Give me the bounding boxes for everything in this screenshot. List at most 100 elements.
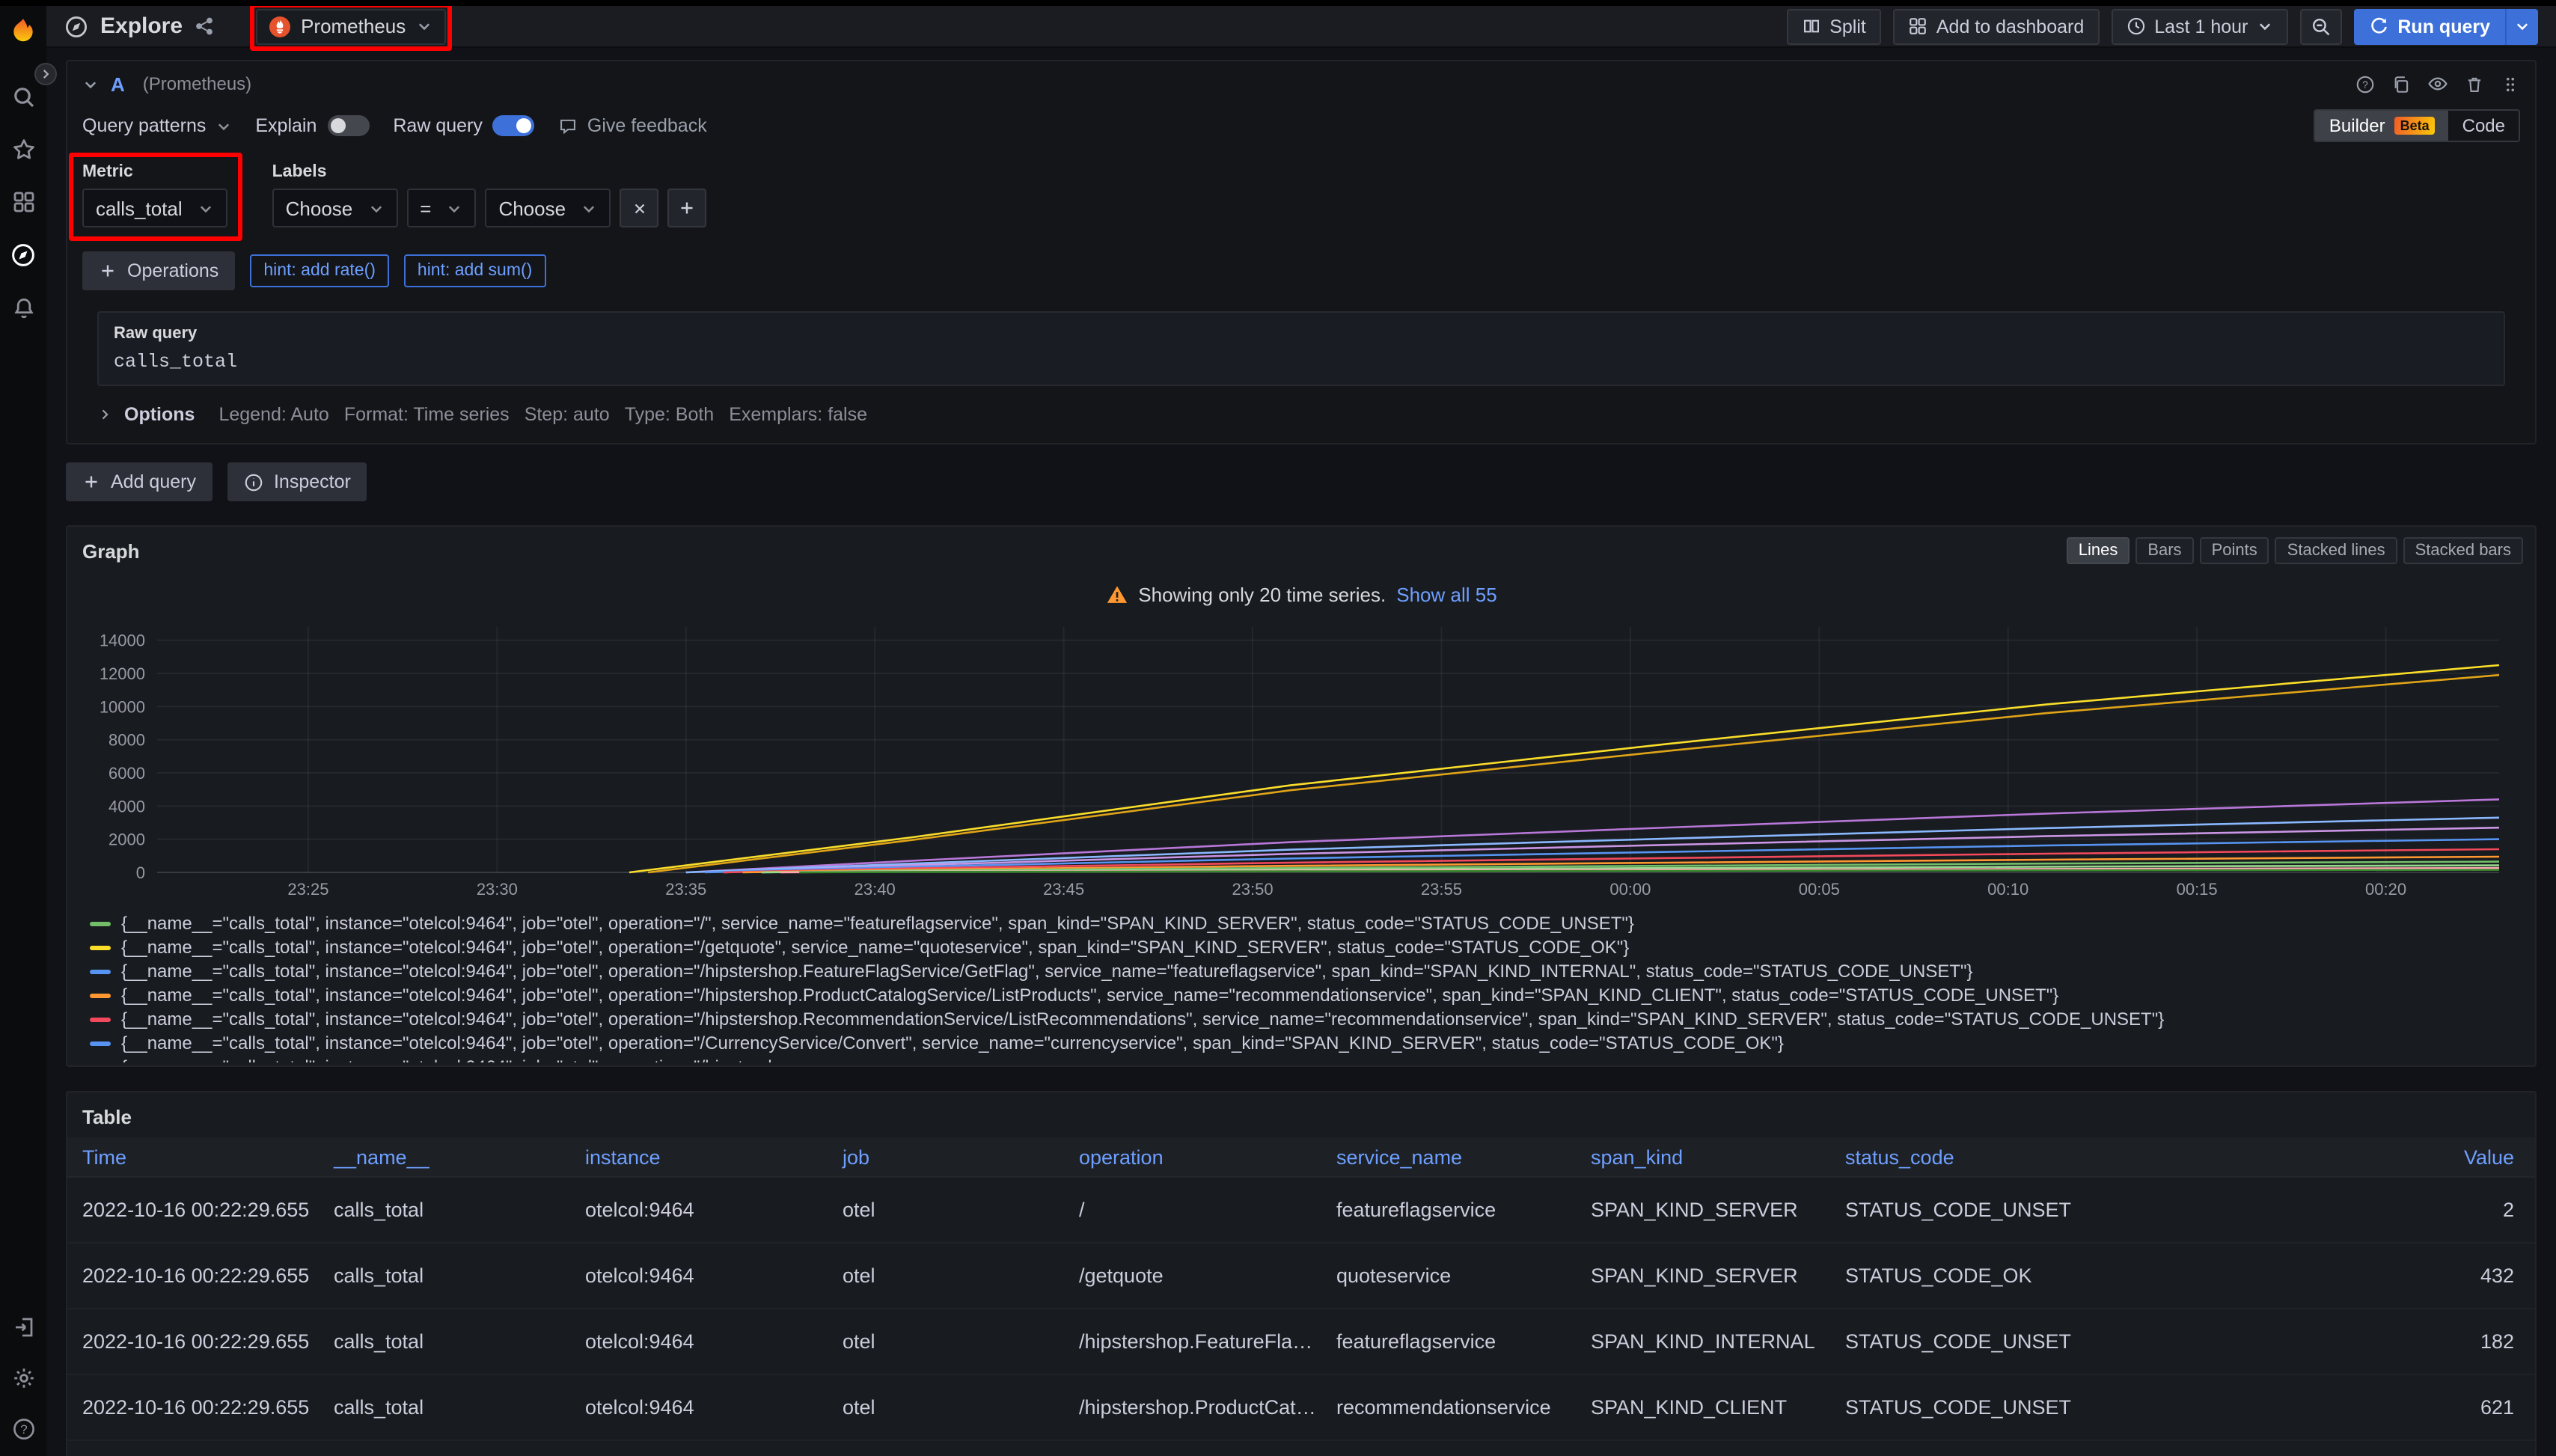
graph-mode-lines[interactable]: Lines	[2067, 537, 2130, 564]
legend-item[interactable]: {__name__="calls_total", instance="otelc…	[90, 1007, 2535, 1031]
share-icon[interactable]	[195, 16, 214, 36]
legend-label: {__name__="calls_total", instance="otelc…	[121, 937, 1629, 958]
explore-compass-icon[interactable]	[10, 242, 36, 268]
chevron-down-icon	[416, 18, 432, 34]
chevron-down-icon	[581, 200, 597, 216]
grafana-logo[interactable]	[9, 16, 37, 45]
remove-label-filter-button[interactable]	[620, 189, 658, 227]
explain-toggle[interactable]	[327, 115, 369, 136]
chevron-right-icon	[97, 407, 112, 422]
help-icon[interactable]: ?	[11, 1417, 35, 1441]
raw-query-toggle[interactable]	[493, 115, 535, 136]
svg-text:23:30: 23:30	[477, 880, 518, 899]
legend-item[interactable]: {__name__="calls_total", instance="otelc…	[90, 959, 2535, 983]
series-limit-warning: Showing only 20 time series. Show all 55	[67, 584, 2535, 606]
query-options-row: Options Legend: AutoFormat: Time seriesS…	[97, 404, 2505, 425]
table-panel: Table Time__name__instancejoboperationse…	[66, 1091, 2537, 1456]
column-header-span_kind[interactable]: span_kind	[1576, 1145, 1830, 1168]
add-label-filter-button[interactable]	[667, 189, 706, 227]
sidebar-expand-button[interactable]	[34, 63, 57, 85]
graph-mode-points[interactable]: Points	[2200, 537, 2269, 564]
labels-label: Labels	[272, 163, 706, 181]
legend-color-mark	[90, 969, 111, 973]
legend-item[interactable]: {__name__="calls_total", instance="otelc…	[90, 935, 2535, 959]
explore-actions-row: Add query Inspector	[66, 462, 2537, 501]
collapse-chevron-icon[interactable]	[82, 76, 99, 92]
inspector-button[interactable]: Inspector	[227, 462, 367, 501]
query-hint-1[interactable]: hint: add sum()	[404, 254, 545, 287]
column-header-status_code[interactable]: status_code	[1830, 1145, 2109, 1168]
time-series-chart[interactable]: 0200040006000800010000120001400023:2523:…	[79, 621, 2517, 905]
options-label[interactable]: Options	[124, 404, 195, 425]
drag-handle-icon[interactable]	[2501, 74, 2520, 94]
run-query-button[interactable]: Run query	[2354, 8, 2505, 44]
column-header-instance[interactable]: instance	[570, 1145, 828, 1168]
duplicate-query-icon[interactable]	[2391, 74, 2411, 94]
table-cell: calls_total	[319, 1396, 570, 1419]
metric-select[interactable]: calls_total	[82, 189, 227, 227]
split-button[interactable]: Split	[1786, 8, 1881, 44]
time-range-picker[interactable]: Last 1 hour	[2111, 8, 2288, 44]
graph-mode-bars[interactable]: Bars	[2135, 537, 2193, 564]
graph-mode-stacked-lines[interactable]: Stacked lines	[2275, 537, 2397, 564]
zoom-out-button[interactable]	[2300, 8, 2342, 44]
star-icon[interactable]	[11, 138, 35, 162]
legend-item[interactable]: {__name__="calls_total", instance="otelc…	[90, 1031, 2535, 1055]
chevron-down-icon	[198, 200, 214, 216]
help-circle-icon[interactable]: ?	[2355, 74, 2375, 94]
table-cell: /getquote	[1064, 1264, 1321, 1287]
table-cell: otelcol:9464	[570, 1396, 828, 1419]
code-mode-button[interactable]: Code	[2449, 111, 2519, 141]
add-to-dashboard-button[interactable]: Add to dashboard	[1893, 8, 2099, 44]
legend-color-mark	[90, 1041, 111, 1045]
label-value-select[interactable]: Choose	[485, 189, 611, 227]
grafana-explore-app: ? Explore Prometheus	[0, 0, 2556, 1456]
table-cell: featureflagservice	[1321, 1199, 1576, 1221]
give-feedback-link[interactable]: Give feedback	[559, 115, 707, 136]
graph-legend: {__name__="calls_total", instance="otelc…	[90, 911, 2535, 1062]
column-header-value[interactable]: Value	[2109, 1145, 2535, 1168]
bell-icon[interactable]	[11, 296, 35, 320]
column-header-time[interactable]: Time	[67, 1145, 319, 1168]
legend-item[interactable]: {__name__="calls_total", instance="otelc…	[90, 983, 2535, 1007]
legend-color-mark	[90, 993, 111, 997]
gear-icon[interactable]	[11, 1366, 35, 1390]
legend-item[interactable]: {__name__="calls_total", instance="otelc…	[90, 1055, 2535, 1062]
graph-mode-stacked-bars[interactable]: Stacked bars	[2403, 537, 2523, 564]
toolbar-left: Explore Prometheus	[64, 2, 452, 50]
remove-query-trash-icon[interactable]	[2465, 74, 2484, 94]
search-icon[interactable]	[11, 85, 35, 109]
add-query-button[interactable]: Add query	[66, 462, 213, 501]
legend-label: {__name__="calls_total", instance="otelc…	[121, 985, 2058, 1006]
query-patterns-dropdown[interactable]: Query patterns	[82, 115, 231, 136]
legend-label: {__name__="calls_total", instance="otelc…	[121, 1033, 1784, 1053]
legend-item[interactable]: {__name__="calls_total", instance="otelc…	[90, 911, 2535, 935]
apps-icon[interactable]	[11, 190, 35, 214]
sign-in-icon[interactable]	[11, 1315, 35, 1339]
table-cell: featureflagservice	[1321, 1330, 1576, 1353]
query-row-header[interactable]: A (Prometheus) ?	[67, 61, 2535, 106]
sidebar: ?	[0, 6, 46, 1456]
column-header-__name__[interactable]: __name__	[319, 1145, 570, 1168]
run-query-split-button: Run query	[2354, 8, 2538, 44]
label-key-select[interactable]: Choose	[272, 189, 398, 227]
time-series-plot[interactable]: 0200040006000800010000120001400023:2523:…	[79, 621, 2517, 905]
table-cell: 2022-10-16 00:22:29.655	[67, 1330, 319, 1353]
column-header-job[interactable]: job	[828, 1145, 1064, 1168]
explain-toggle-group: Explain	[255, 115, 369, 136]
svg-text:4000: 4000	[108, 797, 145, 816]
column-header-service_name[interactable]: service_name	[1321, 1145, 1576, 1168]
table-cell: 2022-10-16 00:22:29.655	[67, 1199, 319, 1221]
builder-mode-button[interactable]: Builder Beta	[2316, 111, 2449, 141]
query-hint-0[interactable]: hint: add rate()	[250, 254, 389, 287]
run-query-dropdown[interactable]	[2505, 8, 2538, 44]
table-cell: recommendationservice	[1321, 1396, 1576, 1419]
hide-query-eye-icon[interactable]	[2427, 73, 2448, 94]
label-operator-select[interactable]: =	[406, 189, 476, 227]
add-operation-button[interactable]: Operations	[82, 251, 235, 290]
datasource-picker[interactable]: Prometheus	[256, 8, 446, 44]
table-body: 2022-10-16 00:22:29.655 calls_totalotelco…	[67, 1178, 2535, 1456]
table-header-row: Time__name__instancejoboperationservice_…	[67, 1137, 2535, 1178]
column-header-operation[interactable]: operation	[1064, 1145, 1321, 1168]
show-all-series-link[interactable]: Show all 55	[1396, 584, 1496, 606]
